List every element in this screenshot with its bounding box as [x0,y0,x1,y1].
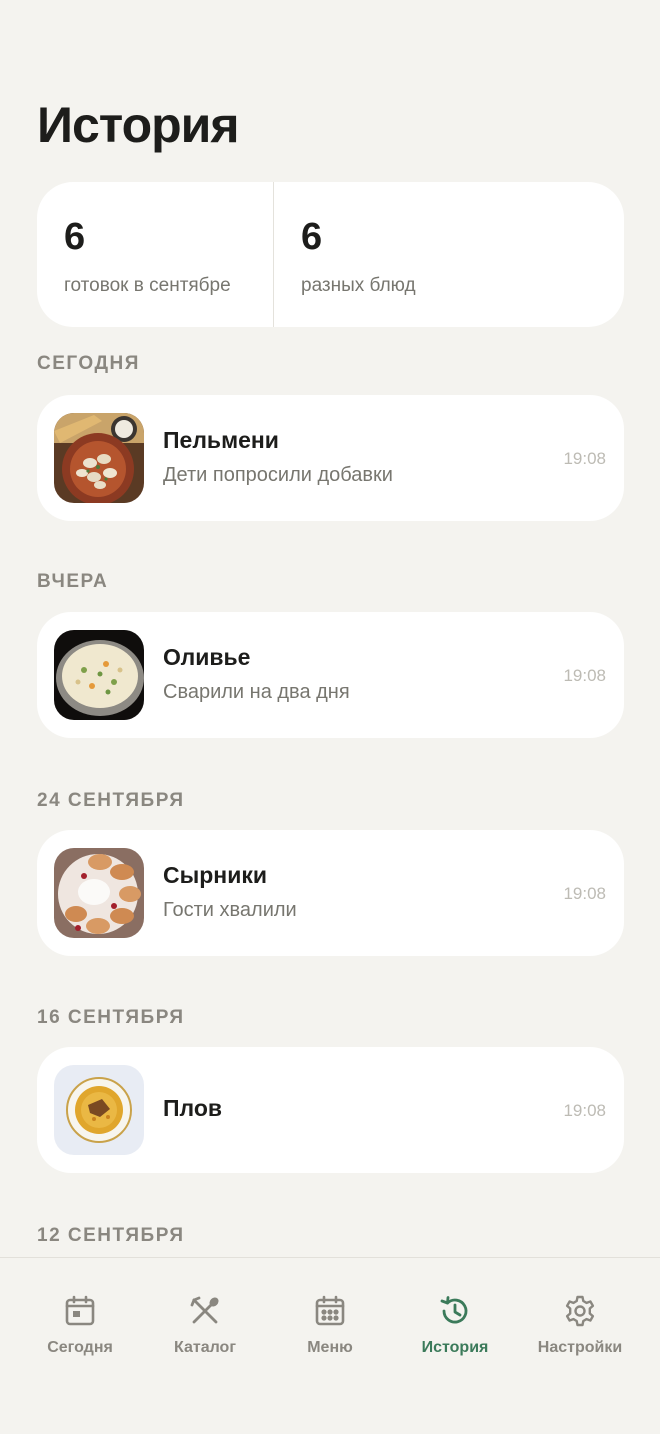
nav-tab-settings[interactable]: Настройки [518,1294,642,1357]
dish-name: Плов [163,1095,223,1121]
history-clock-icon [440,1296,468,1324]
calendar-day-icon [65,1295,95,1326]
nav-label: Настройки [537,1339,623,1356]
dish-name: Пельмени [163,427,279,453]
fork-spoon-icon [190,1296,219,1324]
nav-tab-today[interactable]: Сегодня [18,1294,142,1357]
entry-time: 19:08 [563,449,606,468]
entry-time: 19:08 [563,1101,606,1120]
stat-cookings-month: 6 готовок в сентябре [37,182,273,327]
nav-tab-catalog[interactable]: Каталог [143,1294,267,1357]
entry-note: Гости хвалили [163,899,297,921]
page-title: История [37,97,240,153]
entry-time: 19:08 [563,884,606,903]
section-title-date: 24 СЕНТЯБРЯ [37,790,185,811]
entry-note: Сварили на два дня [163,681,350,703]
nav-label: Сегодня [47,1339,113,1356]
history-entry[interactable]: Пельмени Дети попросили добавки 19:08 [37,395,624,521]
section-title-date: 16 СЕНТЯБРЯ [37,1007,185,1028]
section-title-today: СЕГОДНЯ [37,353,140,374]
olivier-salad-photo [54,630,144,720]
entry-note: Дети попросили добавки [163,464,393,486]
entry-time: 19:08 [563,666,606,685]
stat-label: разных блюд [301,275,416,296]
section-title-date: 12 СЕНТЯБРЯ [37,1225,185,1246]
stat-value: 6 [301,216,323,258]
syrniki-photo [54,848,144,938]
gear-icon [565,1295,595,1327]
calendar-grid-icon [315,1295,345,1326]
section-title-yesterday: ВЧЕРА [37,571,109,592]
nav-tab-history[interactable]: История [393,1294,517,1357]
stat-distinct-dishes: 6 разных блюд [273,182,509,327]
nav-label: Каталог [174,1339,236,1356]
dumplings-photo [54,413,144,503]
bottom-navigation: Сегодня Каталог Меню История Настройки [0,1257,660,1434]
dish-name: Оливье [163,644,251,670]
history-entry[interactable]: Оливье Сварили на два дня 19:08 [37,612,624,738]
nav-label: История [421,1339,489,1356]
history-entry[interactable]: Сырники Гости хвалили 19:08 [37,830,624,956]
dish-name: Сырники [163,862,267,888]
plov-photo [54,1065,144,1155]
stats-card: 6 готовок в сентябре 6 разных блюд [37,182,624,327]
stat-label: готовок в сентябре [64,275,231,296]
stat-value: 6 [64,216,86,258]
nav-tab-menu[interactable]: Меню [268,1294,392,1357]
nav-label: Меню [307,1339,353,1356]
history-entry[interactable]: Плов 19:08 [37,1047,624,1173]
